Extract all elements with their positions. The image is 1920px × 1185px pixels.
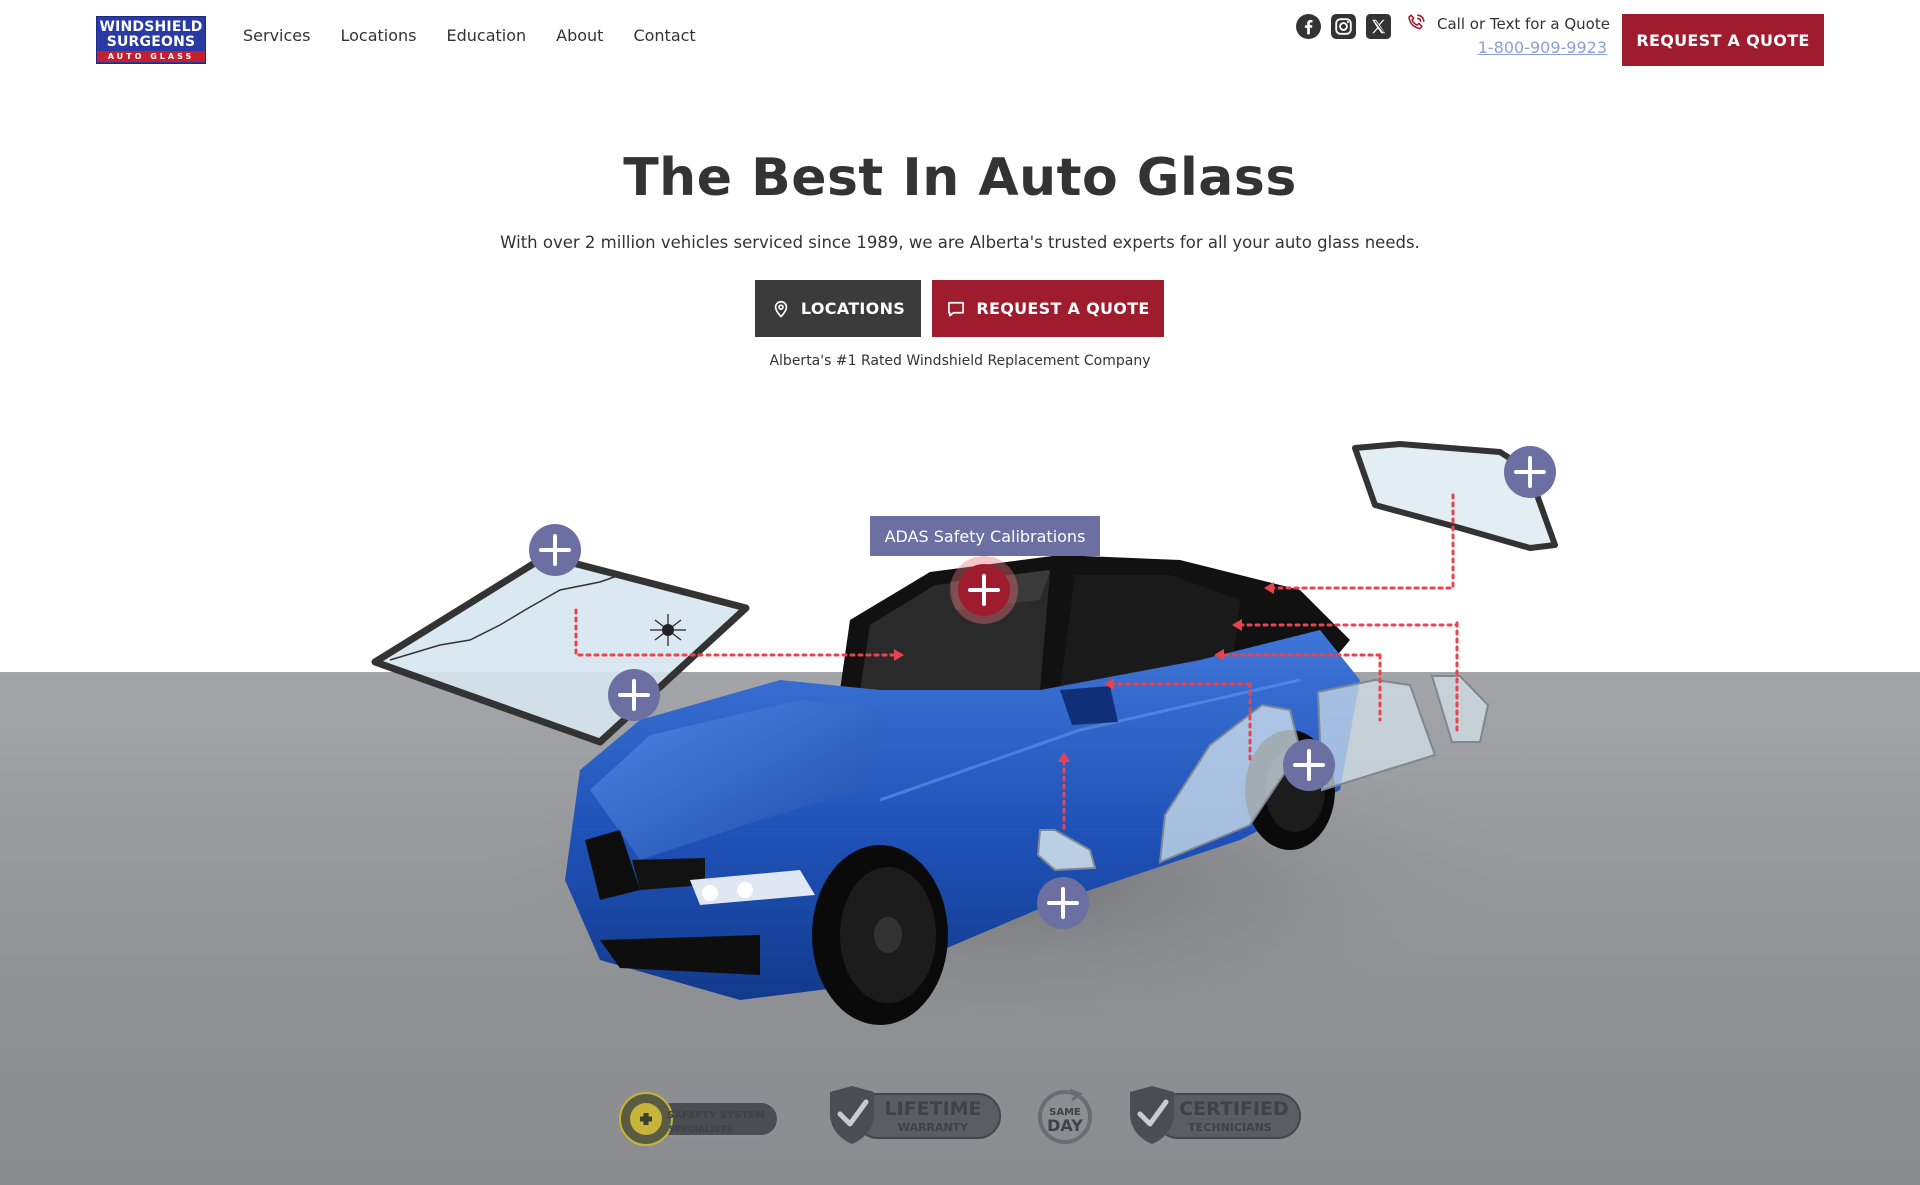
vehicle-glass-diagram bbox=[371, 441, 1558, 1040]
badge-lifetime-warranty: LIFETIME WARRANTY bbox=[830, 1086, 1001, 1144]
hotspot-rear-window[interactable] bbox=[1504, 446, 1556, 498]
badge-2-line-2: WARRANTY bbox=[898, 1121, 969, 1134]
badge-1-line-2: SAFEFTY SYSTEM bbox=[667, 1110, 765, 1121]
badge-certified-technicians: CERTIFIED TECHNICIANS bbox=[1130, 1086, 1301, 1144]
rear-door-glass[interactable] bbox=[1316, 675, 1490, 792]
trust-badges: SAFEFTY SYSTEM SPECIALISTS LIFETIME WARR… bbox=[0, 1080, 1920, 1150]
badge-safety-specialists: SAFEFTY SYSTEM SPECIALISTS bbox=[619, 1092, 779, 1146]
hotspot-rear-side-window[interactable] bbox=[1283, 739, 1335, 791]
hotspot-adas-camera[interactable] bbox=[950, 556, 1018, 624]
badge-same-day: SAME DAY bbox=[1038, 1088, 1092, 1144]
badge-2-line-1: LIFETIME bbox=[884, 1098, 981, 1120]
badge-1-line-3: SPECIALISTS bbox=[669, 1125, 733, 1135]
adas-tooltip: ADAS Safety Calibrations bbox=[870, 516, 1100, 556]
hotspot-windshield-top[interactable] bbox=[529, 524, 581, 576]
badge-4-line-2: TECHNICIANS bbox=[1188, 1121, 1271, 1134]
hotspot-windshield[interactable] bbox=[608, 669, 660, 721]
badge-3-line-2: DAY bbox=[1047, 1116, 1083, 1135]
badge-4-line-1: CERTIFIED bbox=[1179, 1098, 1289, 1120]
hotspot-front-side-window[interactable] bbox=[1037, 877, 1089, 929]
